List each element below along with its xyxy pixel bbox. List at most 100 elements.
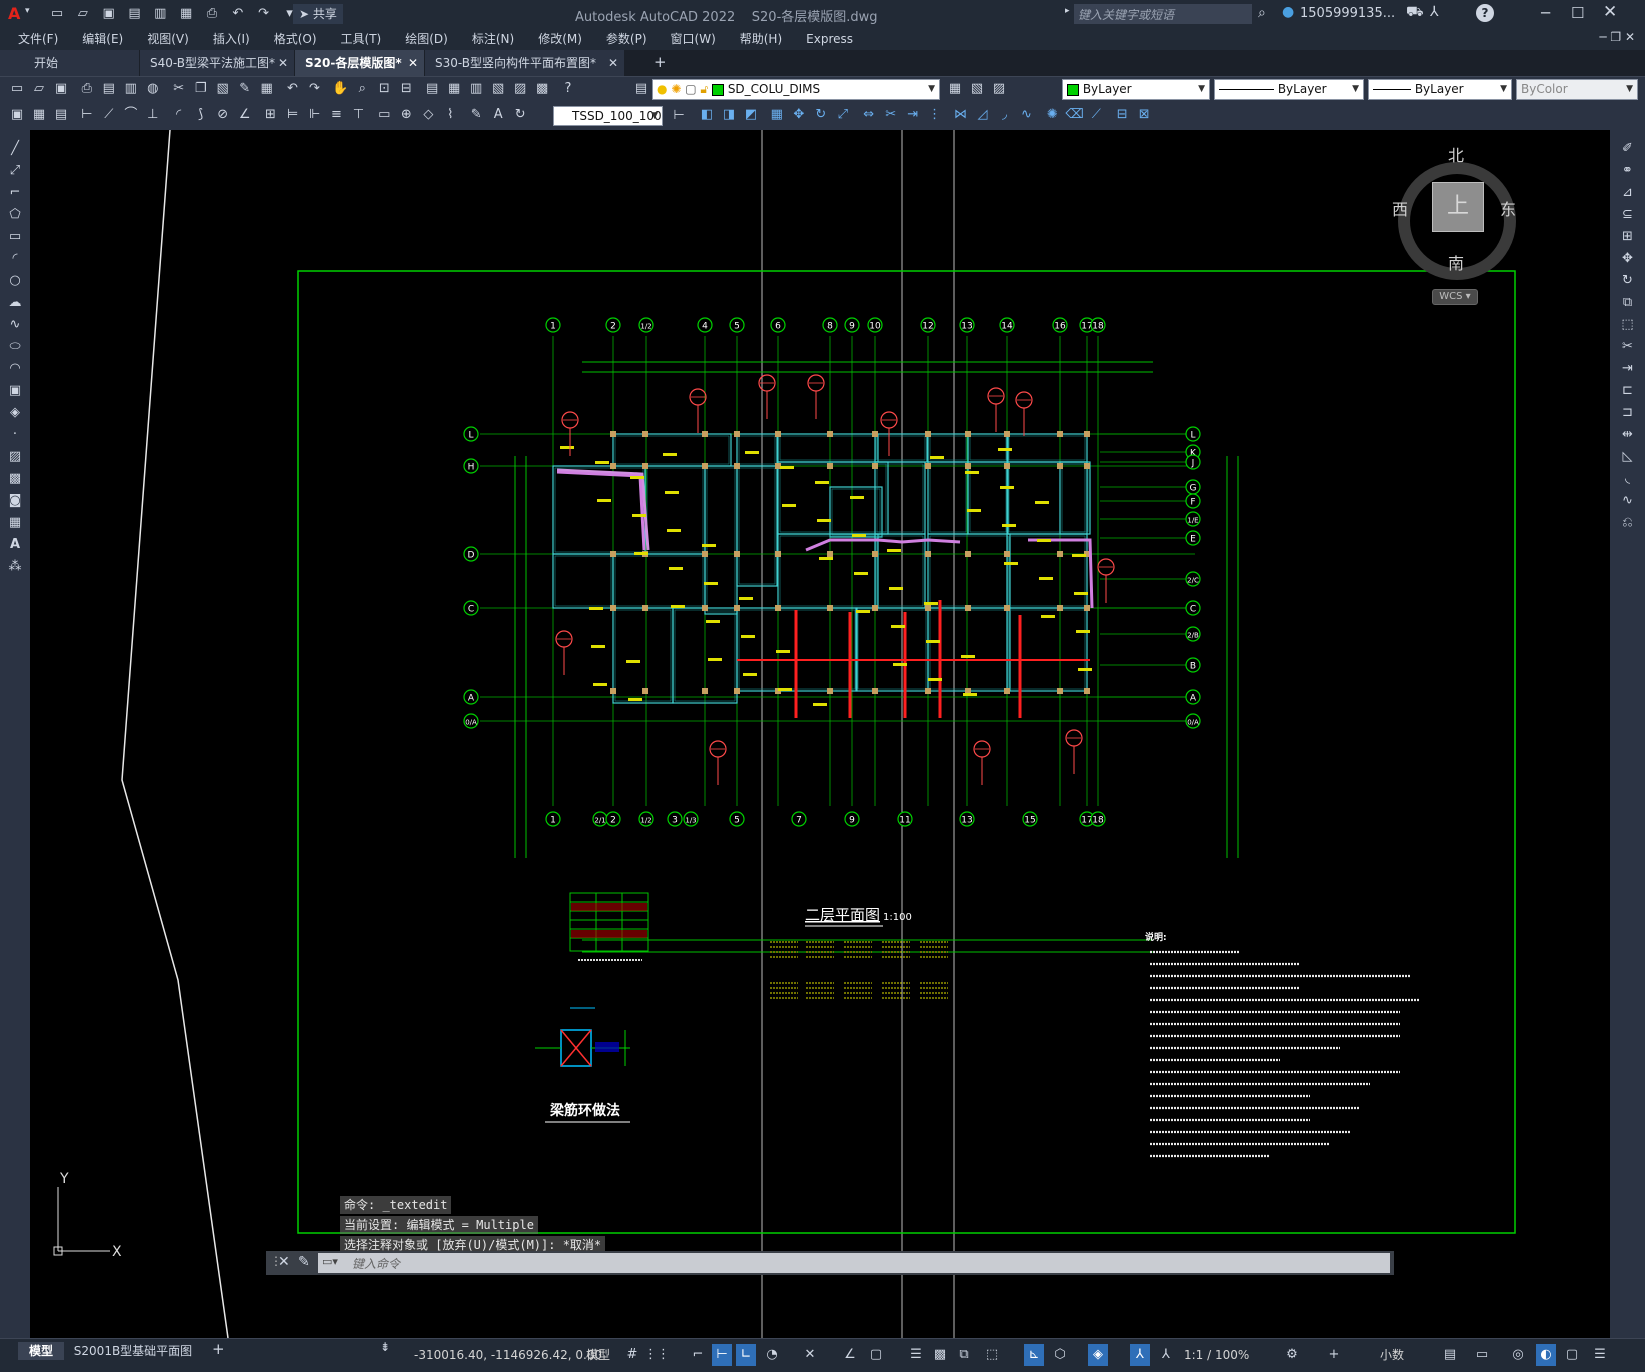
break-point-icon[interactable]: ⊏ xyxy=(1617,380,1639,402)
region-icon[interactable]: ◙ xyxy=(4,490,26,512)
sheetset-icon[interactable]: ▧ xyxy=(489,80,507,98)
revision-cloud-icon[interactable]: ☁ xyxy=(4,292,26,314)
offset-icon[interactable]: ⊆ xyxy=(1617,204,1639,226)
spline-icon[interactable]: ∿ xyxy=(4,314,26,336)
tab-s30[interactable]: S30-B型竖向构件平面布置图* ✕ xyxy=(425,50,625,76)
extend-icon[interactable]: ⇥ xyxy=(1617,358,1639,380)
tab-s20[interactable]: S20-各层模版图* ✕ xyxy=(295,50,425,76)
publish-icon[interactable]: ▥ xyxy=(151,5,169,23)
blend-icon[interactable]: ∿ xyxy=(1017,106,1035,124)
viewport-freeze-icon[interactable]: ▢ xyxy=(685,82,696,96)
table-icon[interactable]: ▦ xyxy=(30,106,48,124)
color-dropdown[interactable]: ByLayer ▼ xyxy=(1062,79,1210,100)
palettes-icon[interactable]: ▥ xyxy=(467,80,485,98)
workspace-gear-icon[interactable]: ⚙ xyxy=(1282,1344,1302,1366)
plot-icon[interactable]: ⎙ xyxy=(78,80,96,98)
properties-icon[interactable]: ▤ xyxy=(423,80,441,98)
units-selector[interactable]: 小数 xyxy=(1380,1346,1404,1364)
linetype-dropdown[interactable]: ByLayer ▼ xyxy=(1214,79,1364,100)
blend-curves-icon[interactable]: ∿ xyxy=(1617,490,1639,512)
sun-icon[interactable]: ✺ xyxy=(671,82,681,96)
maximize-icon[interactable]: ☐ xyxy=(1571,4,1584,22)
break-icon[interactable]: ⊤ xyxy=(349,106,367,124)
search-input[interactable]: 键入关键字或短语 xyxy=(1074,4,1252,24)
fillet-icon[interactable]: ◞ xyxy=(995,106,1013,124)
close-icon[interactable]: ✕ xyxy=(1603,2,1617,22)
menu-format[interactable]: 格式(O) xyxy=(262,28,329,50)
dim-text-edit-icon[interactable]: A xyxy=(489,106,507,124)
menu-express[interactable]: Express xyxy=(794,28,865,50)
command-prompt-icon[interactable]: ▭▾ xyxy=(322,1255,338,1268)
chamfer-icon[interactable]: ◺ xyxy=(1617,446,1639,468)
viewcube-north[interactable]: 北 xyxy=(1448,142,1464,166)
stretch-icon[interactable]: ⬚ xyxy=(1617,314,1639,336)
undo-icon[interactable]: ↶ xyxy=(283,80,301,98)
explode-icon[interactable]: ⎌ xyxy=(1617,512,1639,534)
clean-screen-icon[interactable]: ▢ xyxy=(1562,1344,1582,1366)
lightbulb-icon[interactable]: ● xyxy=(657,82,667,96)
ellipse-icon[interactable]: ⬭ xyxy=(4,336,26,358)
match-prop-icon[interactable]: ▣ xyxy=(8,106,26,124)
viewcube-south[interactable]: 南 xyxy=(1448,250,1464,274)
erase-icon[interactable]: ✐ xyxy=(1617,138,1639,160)
inspect-icon[interactable]: ◇ xyxy=(419,106,437,124)
zoom-prev-icon[interactable]: ⊟ xyxy=(397,80,415,98)
tab-s40[interactable]: S40-B型梁平法施工图* ✕ xyxy=(140,50,295,76)
layout-tab-s2001b[interactable]: S2001B型基础平面图 xyxy=(66,1342,200,1360)
block-icon[interactable]: ▦ xyxy=(258,80,276,98)
move-icon[interactable]: ✥ xyxy=(1617,248,1639,270)
grid-icon[interactable]: # xyxy=(622,1344,642,1366)
diameter-icon[interactable]: ⊘ xyxy=(214,106,232,124)
mirror-icon[interactable]: ⊿ xyxy=(1617,182,1639,204)
menu-insert[interactable]: 插入(I) xyxy=(201,28,262,50)
make-block-icon[interactable]: ◈ xyxy=(4,402,26,424)
rotate-icon[interactable]: ↻ xyxy=(1617,270,1639,292)
fillet-icon[interactable]: ◟ xyxy=(1617,468,1639,490)
cut-icon[interactable]: ✂ xyxy=(170,80,188,98)
baseline-icon[interactable]: ⊨ xyxy=(283,106,301,124)
new-tab-plus-icon[interactable]: + xyxy=(654,53,667,71)
dim-update-icon[interactable]: ↻ xyxy=(511,106,529,124)
menu-edit[interactable]: 编辑(E) xyxy=(70,28,135,50)
polar-icon[interactable]: ◔ xyxy=(762,1344,782,1366)
mirror-icon[interactable]: ◨ xyxy=(720,106,738,124)
selection-filter-icon[interactable]: ⬡ xyxy=(1050,1344,1070,1366)
doc-window-controls[interactable]: ─ ❐ ✕ xyxy=(1599,30,1635,44)
ordinate-icon[interactable]: ⊥ xyxy=(144,106,162,124)
viewcube-top-face[interactable]: 上 xyxy=(1432,182,1484,232)
menu-tools[interactable]: 工具(T) xyxy=(329,28,394,50)
construction-line-icon[interactable]: ⤢ xyxy=(4,160,26,182)
erase-icon[interactable]: ⌫ xyxy=(1065,106,1083,124)
lineweight-dropdown[interactable]: ByLayer ▼ xyxy=(1368,79,1512,100)
point-icon[interactable]: · xyxy=(4,424,26,446)
polyline-icon[interactable]: ⌐ xyxy=(4,182,26,204)
layer-manager-icon[interactable]: ▤ xyxy=(632,80,650,98)
layer-state-icon[interactable]: ▨ xyxy=(990,80,1008,98)
match-icon[interactable]: ✎ xyxy=(236,80,254,98)
tab-start[interactable]: 开始 xyxy=(0,50,140,76)
dimstyle-manager-icon[interactable]: ⊢ xyxy=(670,107,688,125)
angular-icon[interactable]: ∠ xyxy=(236,106,254,124)
aligned-dim-icon[interactable]: ⟋ xyxy=(100,106,118,124)
snap-icon[interactable]: ⋮⋮ xyxy=(644,1344,670,1366)
circle-icon[interactable]: ○ xyxy=(4,270,26,292)
move-icon[interactable]: ✥ xyxy=(790,106,808,124)
web-icon[interactable]: ◍ xyxy=(144,80,162,98)
annotation-visibility-icon[interactable]: ⅄ xyxy=(1130,1344,1150,1366)
customize-wrench-icon[interactable]: ✎ xyxy=(298,1254,310,1270)
calc-icon[interactable]: ▩ xyxy=(533,80,551,98)
autodesk-app-icon[interactable]: ⅄ xyxy=(1430,4,1439,20)
3d-osnap-icon[interactable]: ⬚ xyxy=(982,1344,1002,1366)
hardware-accel-icon[interactable]: ◐ xyxy=(1536,1344,1556,1366)
tab-close-icon[interactable]: ✕ xyxy=(278,50,288,76)
layer-walk-icon[interactable]: ▤ xyxy=(52,106,70,124)
tolerance-icon[interactable]: ▭ xyxy=(375,106,393,124)
quick-properties-icon[interactable]: ▤ xyxy=(1440,1344,1460,1366)
unlock-icon[interactable]: 🔓︎ xyxy=(700,82,708,96)
viewcube-east[interactable]: 东 xyxy=(1500,196,1516,220)
coordinates-readout[interactable]: -310016.40, -1146926.42, 0.00 xyxy=(414,1346,602,1364)
radius-icon[interactable]: ◜ xyxy=(170,106,188,124)
join-icon[interactable]: ⋈ xyxy=(951,106,969,124)
jogged-icon[interactable]: ⟆ xyxy=(192,106,210,124)
annotation-scale[interactable]: 1:1 / 100% xyxy=(1184,1346,1249,1364)
